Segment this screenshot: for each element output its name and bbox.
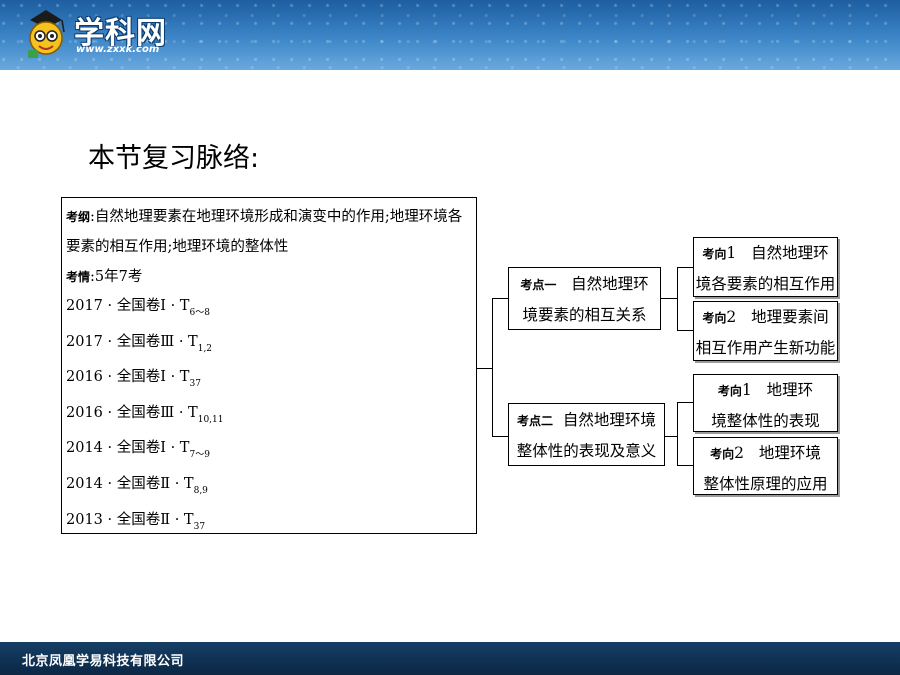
point-two-title: 自然地理环境	[562, 411, 656, 429]
connector	[661, 298, 677, 299]
exam-item-text: 2017 · 全国卷Ⅲ · T	[66, 333, 198, 350]
direction-line1: 考向2 地理环境	[694, 438, 837, 469]
syllabus-block: 考纲:自然地理要素在地理环境形成和演变中的作用;地理环境各要素的相互作用;地理环…	[66, 202, 476, 262]
direction-number: 1	[741, 381, 752, 399]
direction-box: 考向1 地理环 境整体性的表现	[693, 374, 838, 432]
direction-line1: 考向1 地理环	[694, 375, 837, 406]
exam-item-text: 2014 · 全国卷Ⅱ · T	[66, 475, 194, 492]
exam-item-text: 2014 · 全国卷Ⅰ · T	[66, 440, 190, 457]
site-logo[interactable]: 学科网 www.zxxk.com	[20, 6, 170, 62]
exam-item-text: 2017 · 全国卷Ⅰ · T	[66, 298, 190, 314]
direction-title: 地理要素间	[751, 308, 829, 326]
point-two-line1: 考点二 自然地理环境	[509, 405, 664, 436]
direction-label: 考向	[702, 247, 727, 261]
point-one-box: 考点一 自然地理环 境要素的相互关系	[508, 267, 661, 330]
syllabus-text: :自然地理要素在地理环境形成和演变中的作用;地理环境各要素的相互作用;地理环境的…	[66, 209, 463, 255]
direction-label: 考向	[710, 447, 735, 461]
exam-item: 2014 · 全国卷Ⅰ · T7～9	[66, 434, 476, 470]
connector	[492, 436, 509, 437]
direction-line1: 考向1 自然地理环	[694, 238, 837, 269]
exam-item-text: 2016 · 全国卷Ⅲ · T	[66, 404, 198, 421]
direction-label: 考向	[717, 384, 742, 398]
connector	[492, 298, 509, 299]
direction-line2: 整体性原理的应用	[703, 475, 828, 493]
direction-label: 考向	[702, 311, 727, 325]
logo-url: www.zxxk.com	[76, 44, 160, 55]
exam-item: 2013 · 全国卷Ⅱ · T37	[66, 506, 476, 542]
point-two-label: 考点二	[517, 414, 554, 428]
connector	[665, 436, 677, 437]
exam-item-sub: 1,2	[197, 343, 213, 354]
exam-item-sub: 37	[189, 379, 201, 390]
direction-box: 考向2 地理要素间 相互作用产生新功能	[693, 301, 838, 361]
direction-number: 1	[726, 244, 737, 262]
direction-title: 地理环	[766, 381, 814, 399]
connector	[677, 267, 694, 268]
direction-line2: 境整体性的表现	[711, 412, 820, 430]
connector	[677, 402, 678, 466]
syllabus-box: 考纲:自然地理要素在地理环境形成和演变中的作用;地理环境各要素的相互作用;地理环…	[61, 197, 477, 534]
exam-item-text: 2016 · 全国卷Ⅰ · T	[66, 369, 190, 386]
connector	[677, 402, 694, 403]
point-two-line2: 整体性的表现及意义	[516, 442, 657, 460]
direction-title: 地理环境	[758, 444, 821, 462]
header-banner: 学科网 www.zxxk.com	[0, 0, 900, 70]
direction-box: 考向1 自然地理环 境各要素的相互作用	[693, 237, 838, 297]
direction-box: 考向2 地理环境 整体性原理的应用	[693, 437, 838, 495]
exam-item-sub: 10,11	[197, 414, 224, 425]
exam-item: 2017 · 全国卷Ⅲ · T1,2	[66, 328, 476, 364]
exam-summary: 考情:5年7考	[66, 262, 476, 292]
direction-line2: 境各要素的相互作用	[695, 275, 836, 293]
exam-item: 2016 · 全国卷Ⅲ · T10,11	[66, 399, 476, 435]
exam-count: :5年7考	[90, 269, 143, 285]
connector	[677, 465, 694, 466]
exam-item-text: 2013 · 全国卷Ⅱ · T	[66, 511, 194, 528]
exam-item-sub: 6～8	[189, 308, 210, 318]
direction-line2: 相互作用产生新功能	[695, 339, 836, 357]
point-one-line2: 境要素的相互关系	[522, 306, 647, 324]
exam-item-sub: 7～9	[189, 450, 210, 461]
footer-company: 北京凤凰学易科技有限公司	[22, 654, 185, 669]
direction-title: 自然地理环	[751, 244, 829, 262]
point-one-line1: 考点一 自然地理环	[509, 269, 660, 300]
mascot-icon	[28, 10, 65, 58]
connector	[477, 368, 492, 369]
point-two-box: 考点二 自然地理环境 整体性的表现及意义	[508, 403, 665, 466]
point-one-label: 考点一	[520, 278, 557, 292]
direction-number: 2	[734, 444, 745, 462]
direction-line1: 考向2 地理要素间	[694, 302, 837, 333]
direction-number: 2	[726, 308, 737, 326]
syllabus-label: 考纲	[66, 210, 91, 224]
connector	[677, 330, 694, 331]
connector	[677, 267, 678, 331]
connector	[492, 298, 493, 437]
exam-item-sub: 8,9	[193, 485, 208, 496]
page-title: 本节复习脉络:	[88, 143, 260, 174]
footer-bar: 北京凤凰学易科技有限公司	[0, 642, 900, 675]
exam-item: 2014 · 全国卷Ⅱ · T8,9	[66, 470, 476, 506]
exam-item: 2017 · 全国卷Ⅰ · T6～8	[66, 292, 476, 328]
exam-item: 2016 · 全国卷Ⅰ · T37	[66, 363, 476, 399]
point-one-title: 自然地理环	[571, 275, 649, 293]
exam-label: 考情	[66, 270, 91, 284]
exam-item-sub: 37	[193, 521, 206, 532]
